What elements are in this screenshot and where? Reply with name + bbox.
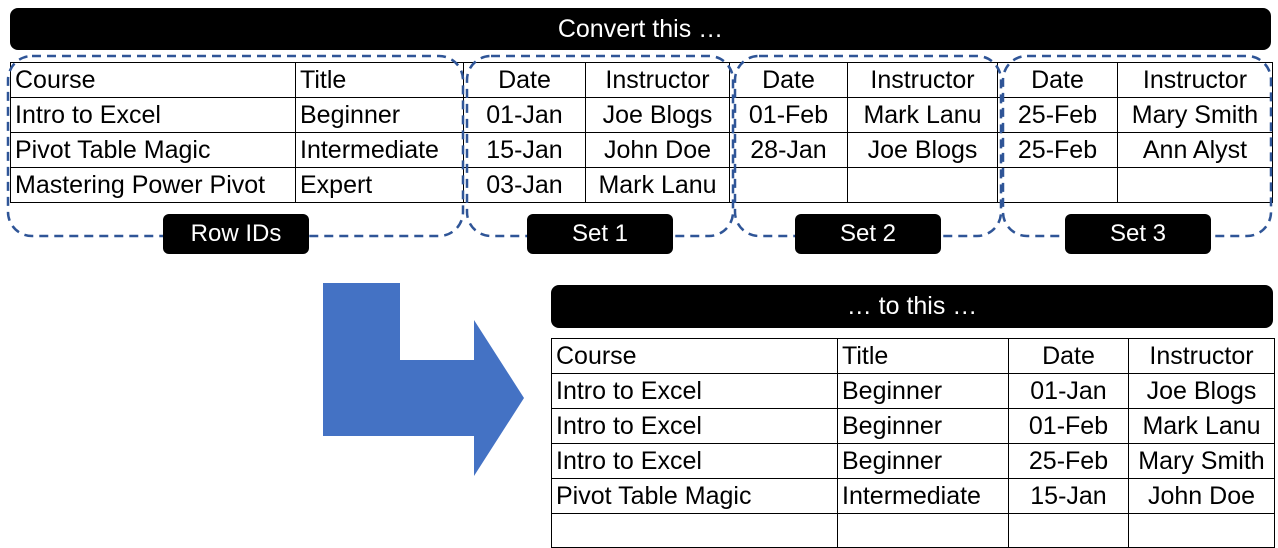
- set1-label-text: Set 1: [571, 220, 629, 247]
- table-cell: [837, 513, 1009, 548]
- table-row: Intro to Excel Beginner 25-Feb Mary Smit…: [551, 443, 1275, 479]
- table-row: Pivot Table Magic Intermediate 15-Jan Jo…: [551, 478, 1275, 514]
- target-header-cell: Instructor: [1128, 338, 1275, 374]
- row-ids-label-text: Row IDs: [190, 220, 282, 247]
- table-cell: [551, 513, 838, 548]
- bent-arrow-icon: [323, 283, 524, 476]
- target-header-cell: Title: [837, 338, 1009, 374]
- target-header-cell: Course: [551, 338, 838, 374]
- set2-label: Set 2: [795, 214, 941, 254]
- target-table: Course Title Date Instructor Intro to Ex…: [551, 338, 1275, 548]
- table-cell: Joe Blogs: [1128, 373, 1275, 409]
- set2-label-text: Set 2: [839, 220, 897, 247]
- table-cell: 01-Jan: [1008, 373, 1129, 409]
- table-cell: Intro to Excel: [551, 443, 838, 479]
- table-cell: Mary Smith: [1128, 443, 1275, 479]
- table-cell: [1008, 513, 1129, 548]
- set3-outline: [1001, 54, 1273, 238]
- set2-outline: [733, 54, 1003, 238]
- table-cell: Beginner: [837, 408, 1009, 444]
- table-cell: 15-Jan: [1008, 478, 1129, 514]
- table-cell: [1128, 513, 1275, 548]
- table-row: Intro to Excel Beginner 01-Feb Mark Lanu: [551, 408, 1275, 444]
- table-cell: Intro to Excel: [551, 408, 838, 444]
- bottom-banner-text: … to this …: [846, 292, 978, 320]
- table-cell: Beginner: [837, 373, 1009, 409]
- table-cell: Pivot Table Magic: [551, 478, 838, 514]
- set1-outline: [465, 54, 735, 238]
- set3-label-text: Set 3: [1109, 220, 1167, 247]
- bottom-banner: … to this …: [551, 285, 1273, 328]
- table-cell: Mark Lanu: [1128, 408, 1275, 444]
- set3-label: Set 3: [1065, 214, 1211, 254]
- table-cell: 01-Feb: [1008, 408, 1129, 444]
- target-header-row: Course Title Date Instructor: [551, 338, 1275, 374]
- row-ids-outline: [6, 54, 465, 238]
- table-cell: Intro to Excel: [551, 373, 838, 409]
- set1-label: Set 1: [527, 214, 673, 254]
- table-cell: Beginner: [837, 443, 1009, 479]
- row-ids-label: Row IDs: [163, 214, 309, 254]
- table-cell: Intermediate: [837, 478, 1009, 514]
- table-row: Intro to Excel Beginner 01-Jan Joe Blogs: [551, 373, 1275, 409]
- target-header-cell: Date: [1008, 338, 1129, 374]
- table-cell: John Doe: [1128, 478, 1275, 514]
- cut-off-row: [551, 513, 1275, 548]
- table-cell: 25-Feb: [1008, 443, 1129, 479]
